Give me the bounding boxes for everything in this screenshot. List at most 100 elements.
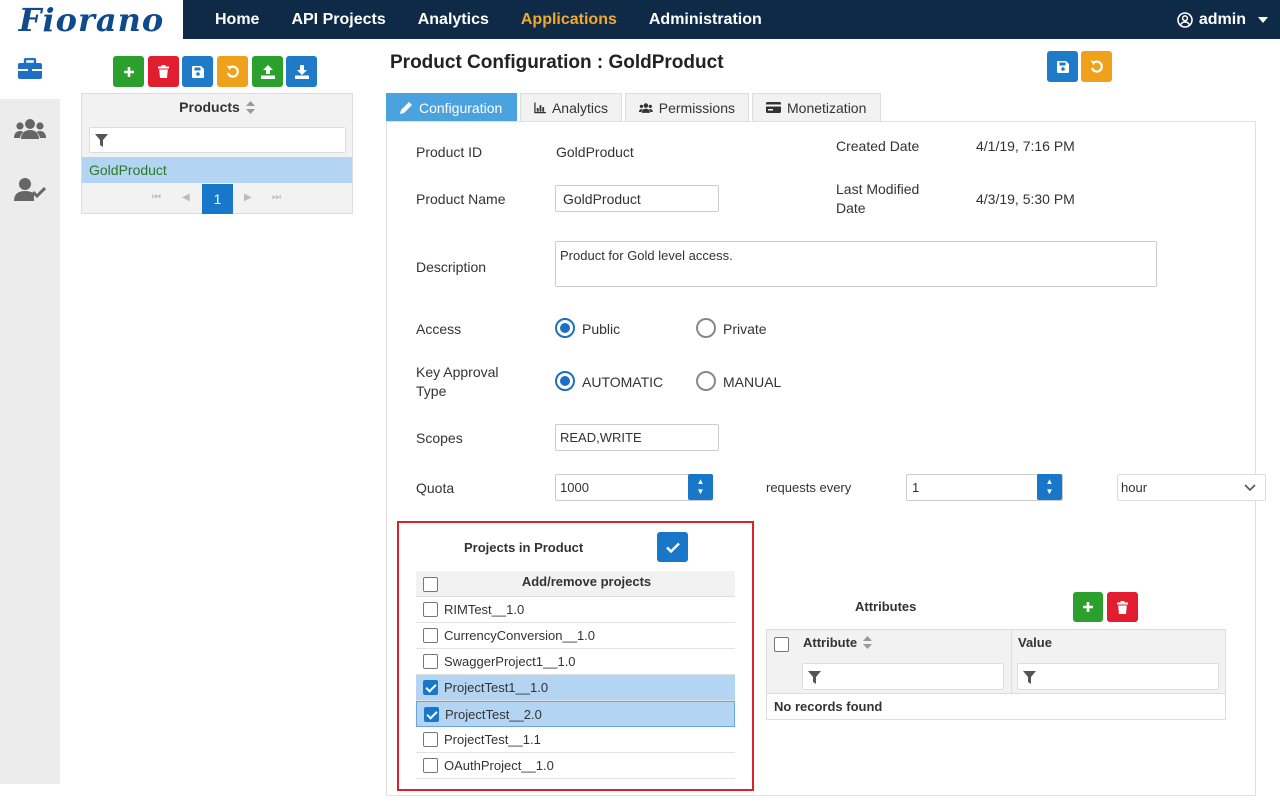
no-records-text: No records found [774, 699, 883, 714]
apply-projects-button[interactable] [657, 532, 688, 562]
products-filter-input[interactable] [89, 127, 346, 153]
project-name: CurrencyConversion__1.0 [444, 628, 596, 643]
undo-icon [226, 65, 239, 78]
tab-permissions[interactable]: Permissions [625, 93, 749, 121]
project-checkbox[interactable] [423, 628, 438, 643]
key-manual-radio[interactable] [696, 371, 716, 391]
project-name: ProjectTest__1.1 [444, 732, 541, 747]
sidebar-approvals[interactable] [0, 159, 60, 219]
export-product-button[interactable] [252, 56, 283, 87]
reset-config-button[interactable] [1081, 51, 1112, 82]
attributes-table: Attribute Value No records found [766, 629, 1226, 720]
import-product-button[interactable] [286, 56, 317, 87]
nav-applications[interactable]: Applications [505, 0, 633, 39]
product-name-input[interactable]: GoldProduct [555, 185, 719, 212]
page-1-button[interactable]: 1 [202, 184, 233, 214]
project-name: ProjectTest__2.0 [445, 707, 542, 722]
products-header[interactable]: Products [82, 94, 352, 120]
created-date-label: Created Date [836, 138, 920, 154]
scopes-label: Scopes [416, 430, 463, 446]
quota-stepper[interactable]: ▲ ▼ [688, 474, 713, 500]
reset-product-button[interactable] [217, 56, 248, 87]
tab-configuration[interactable]: Configuration [386, 93, 517, 121]
save-product-button[interactable] [182, 56, 213, 87]
delete-product-button[interactable] [148, 56, 179, 87]
project-name: RIMTest__1.0 [444, 602, 525, 617]
sidebar-products[interactable] [0, 39, 60, 99]
product-list-item[interactable]: GoldProduct [82, 157, 352, 183]
sidebar-groups[interactable] [0, 99, 60, 159]
sort-icon [863, 636, 873, 649]
nav-analytics[interactable]: Analytics [402, 0, 505, 39]
quota-unit-value: hour [1121, 480, 1148, 495]
project-row[interactable]: RIMTest__1.0 [416, 597, 735, 623]
add-product-button[interactable] [113, 56, 144, 87]
last-modified-label: Last Modified [836, 181, 920, 197]
project-row[interactable]: ProjectTest1__1.0 [416, 675, 735, 701]
value-column-header: Value [1018, 635, 1052, 650]
value-filter-input[interactable] [1017, 663, 1219, 690]
project-checkbox[interactable] [423, 680, 438, 695]
filter-icon [95, 134, 108, 147]
product-id-label: Product ID [416, 144, 483, 160]
save-config-button[interactable] [1047, 51, 1078, 82]
tab-analytics[interactable]: Analytics [520, 93, 622, 121]
access-private-label: Private [723, 321, 767, 337]
users-icon [14, 119, 46, 139]
description-label: Description [416, 259, 487, 275]
credit-card-icon [766, 102, 781, 113]
key-automatic-radio[interactable] [555, 371, 575, 391]
sort-icon [245, 100, 255, 114]
project-checkbox[interactable] [423, 602, 438, 617]
user-circle-icon [1177, 11, 1193, 28]
page-title: Product Configuration : GoldProduct [390, 52, 724, 73]
filter-icon [808, 671, 821, 684]
nav-administration[interactable]: Administration [633, 0, 778, 39]
top-navbar: Fiorano Home API Projects Analytics Appl… [0, 0, 1280, 39]
last-modified-value: 4/3/19, 5:30 PM [976, 191, 1075, 207]
project-row[interactable]: CurrencyConversion__1.0 [416, 623, 735, 649]
fiorano-logo[interactable]: Fiorano [0, 0, 183, 39]
last-page-icon[interactable]: ⏭ [272, 192, 281, 203]
quota-unit-select[interactable]: hour [1117, 474, 1266, 501]
project-checkbox[interactable] [423, 758, 438, 773]
nav-home[interactable]: Home [199, 0, 275, 39]
created-date-value: 4/1/19, 7:16 PM [976, 138, 1075, 154]
download-icon [294, 64, 309, 79]
project-checkbox[interactable] [424, 707, 439, 722]
next-page-icon[interactable]: ▶ [244, 192, 252, 203]
project-checkbox[interactable] [423, 732, 438, 747]
trash-icon [1117, 600, 1128, 614]
access-public-radio[interactable] [555, 318, 575, 338]
prev-page-icon[interactable]: ◀ [182, 192, 190, 203]
access-private-radio[interactable] [696, 318, 716, 338]
tab-monetization[interactable]: Monetization [752, 93, 881, 121]
delete-attribute-button[interactable] [1107, 592, 1138, 622]
project-row[interactable]: OAuthProject__1.0 [416, 753, 735, 779]
project-row[interactable]: SwaggerProject1__1.0 [416, 649, 735, 675]
key-manual-label: MANUAL [723, 374, 782, 390]
products-header-label: Products [179, 99, 240, 115]
check-icon [665, 542, 680, 553]
first-page-icon[interactable]: ⏮ [152, 192, 161, 203]
select-all-attributes-checkbox[interactable] [774, 637, 789, 652]
nav-api-projects[interactable]: API Projects [275, 0, 401, 39]
project-row[interactable]: ProjectTest__1.1 [416, 727, 735, 753]
undo-icon [1090, 60, 1103, 73]
project-checkbox[interactable] [423, 654, 438, 669]
pencil-icon [400, 102, 412, 114]
access-label: Access [416, 321, 462, 337]
project-row[interactable]: ProjectTest__2.0 [416, 701, 735, 727]
attribute-column-header[interactable]: Attribute [803, 635, 873, 650]
add-attribute-button[interactable] [1073, 592, 1103, 622]
attribute-filter-input[interactable] [802, 663, 1004, 690]
chevron-down-icon [1244, 484, 1256, 492]
user-menu[interactable]: admin [1177, 0, 1268, 39]
left-sidebar [0, 39, 60, 784]
save-icon [191, 65, 204, 78]
scopes-input[interactable]: READ,WRITE [555, 424, 719, 451]
requests-every-label: requests every [766, 480, 852, 495]
projects-title: Projects in Product [464, 540, 584, 555]
description-textarea[interactable]: Product for Gold level access. [555, 241, 1157, 287]
requests-every-stepper[interactable]: ▲ ▼ [1037, 474, 1062, 500]
